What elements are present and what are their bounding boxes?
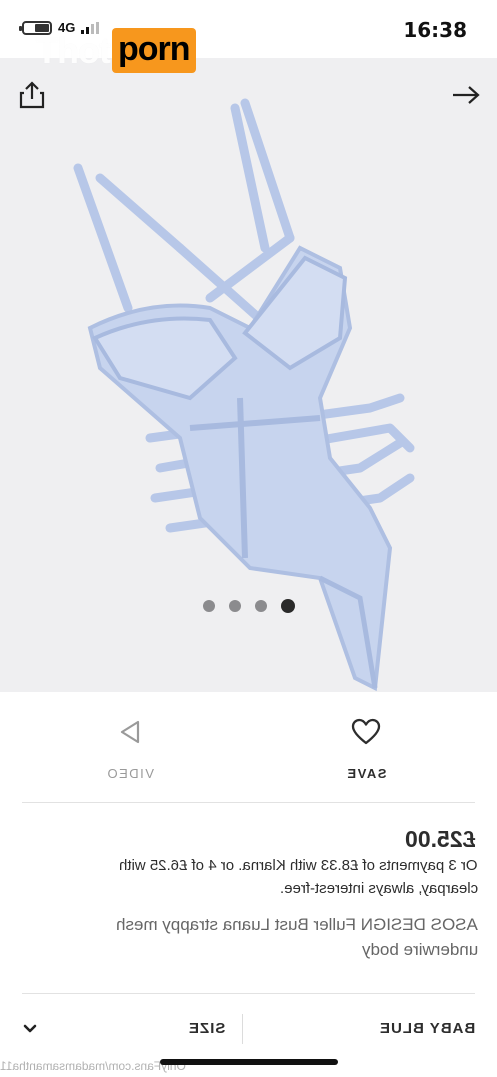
arrow-right-icon (453, 86, 480, 104)
action-row: VIDEO SAVE (0, 692, 497, 802)
installments-line-1: Or 3 payments of £8.33 with Klarna. or 4… (119, 857, 478, 874)
variant-selectors: BABY BLUE SIZE (0, 1000, 497, 1062)
colour-label: BABY BLUE (378, 1020, 475, 1037)
play-triangle-icon (120, 720, 140, 744)
share-icon (19, 81, 45, 109)
product-image-carousel[interactable] (0, 58, 497, 692)
carousel-dot[interactable] (254, 600, 267, 612)
video-label: VIDEO (106, 766, 154, 781)
price: £25.00 (404, 826, 475, 852)
heart-icon (351, 718, 381, 745)
status-time: 16:38 (403, 18, 467, 42)
divider (22, 802, 475, 803)
size-dropdown-button[interactable] (22, 1022, 38, 1040)
payment-options[interactable]: Or 3 payments of £8.33 with Klarna. or 4… (18, 854, 478, 900)
video-button[interactable]: VIDEO (60, 712, 200, 783)
watermark-logo: Thot porn (36, 28, 196, 73)
save-label: SAVE (345, 766, 387, 781)
save-button[interactable]: SAVE (296, 712, 436, 783)
divider-vertical (242, 1014, 243, 1044)
carousel-dot[interactable] (202, 600, 215, 612)
divider (22, 993, 475, 994)
share-button[interactable] (15, 78, 49, 112)
watermark-text-porn: porn (111, 28, 196, 73)
carousel-dots[interactable] (0, 599, 497, 613)
watermark-text-thot: Thot (36, 29, 111, 71)
installments-line-2: clearpay, always interest-free. (279, 880, 478, 897)
carousel-dot[interactable] (228, 600, 241, 612)
product-title-line-1: ASOS DESIGN Fuller Bust Luana strappy me… (116, 915, 478, 934)
home-indicator[interactable] (160, 1059, 338, 1065)
next-image-button[interactable] (449, 78, 483, 112)
size-selector[interactable]: SIZE (188, 1020, 225, 1037)
chevron-down-icon (23, 1024, 37, 1033)
carousel-dot-active[interactable] (280, 599, 295, 613)
product-title: ASOS DESIGN Fuller Bust Luana strappy me… (18, 912, 478, 962)
product-title-line-2: underwire body (361, 940, 478, 959)
